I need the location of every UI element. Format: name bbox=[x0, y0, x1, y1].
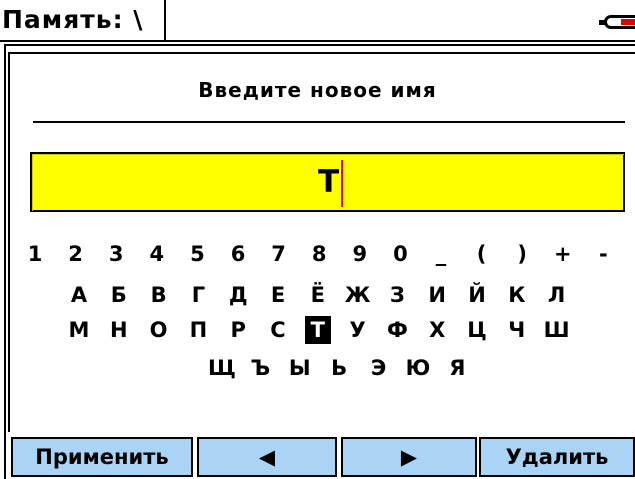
key-3-4[interactable]: Э bbox=[366, 354, 392, 382]
softkey-bar: Применить ◀ ▶ Удалить bbox=[11, 437, 635, 479]
battery-cap bbox=[599, 20, 605, 25]
key-0-14[interactable]: - bbox=[590, 240, 616, 268]
key-3-1[interactable]: Ъ bbox=[247, 354, 273, 382]
key-2-9[interactable]: Х bbox=[424, 316, 450, 344]
key-2-8[interactable]: Ф bbox=[384, 316, 410, 344]
key-2-4[interactable]: Р bbox=[225, 316, 251, 344]
key-1-10[interactable]: Й bbox=[464, 281, 490, 309]
key-2-5[interactable]: С bbox=[265, 316, 291, 344]
key-2-6[interactable]: Т bbox=[304, 316, 331, 344]
key-1-9[interactable]: И bbox=[424, 281, 450, 309]
key-0-8[interactable]: 9 bbox=[347, 240, 373, 268]
key-1-8[interactable]: З bbox=[384, 281, 410, 309]
key-0-9[interactable]: 0 bbox=[387, 240, 413, 268]
battery-level bbox=[621, 19, 635, 25]
key-3-2[interactable]: Ы bbox=[287, 354, 313, 382]
key-0-7[interactable]: 8 bbox=[306, 240, 332, 268]
cursor-left-button[interactable]: ◀ bbox=[197, 437, 337, 477]
text-caret bbox=[341, 160, 343, 207]
key-1-3[interactable]: Г bbox=[185, 281, 211, 309]
title-bar: Память: \ bbox=[0, 0, 635, 42]
memory-path-title: Память: \ bbox=[2, 5, 144, 34]
key-0-4[interactable]: 5 bbox=[184, 240, 210, 268]
key-1-2[interactable]: В bbox=[146, 281, 172, 309]
rename-prompt: Введите новое имя bbox=[198, 78, 437, 102]
key-2-3[interactable]: П bbox=[185, 316, 211, 344]
key-1-11[interactable]: К bbox=[504, 281, 530, 309]
cursor-right-button[interactable]: ▶ bbox=[341, 437, 477, 477]
key-3-0[interactable]: Щ bbox=[208, 354, 236, 382]
prompt-divider bbox=[33, 121, 625, 123]
key-1-5[interactable]: Е bbox=[265, 281, 291, 309]
key-2-10[interactable]: Ц bbox=[464, 316, 490, 344]
key-1-4[interactable]: Д bbox=[225, 281, 251, 309]
key-2-12[interactable]: Ш bbox=[544, 316, 570, 344]
key-0-1[interactable]: 2 bbox=[63, 240, 89, 268]
key-0-11[interactable]: ( bbox=[469, 240, 495, 268]
key-0-10[interactable]: _ bbox=[428, 240, 454, 268]
key-2-1[interactable]: Н bbox=[106, 316, 132, 344]
key-3-6[interactable]: Я bbox=[444, 354, 470, 382]
key-1-6[interactable]: Ё bbox=[305, 281, 331, 309]
key-0-6[interactable]: 7 bbox=[266, 240, 292, 268]
key-2-7[interactable]: У bbox=[345, 316, 371, 344]
key-1-1[interactable]: Б bbox=[106, 281, 132, 309]
key-0-2[interactable]: 3 bbox=[103, 240, 129, 268]
key-0-0[interactable]: 1 bbox=[22, 240, 48, 268]
key-2-0[interactable]: М bbox=[66, 316, 92, 344]
name-input-value: Т bbox=[318, 164, 340, 200]
key-1-12[interactable]: Л bbox=[544, 281, 570, 309]
battery-low-icon bbox=[599, 15, 635, 29]
key-0-13[interactable]: + bbox=[550, 240, 576, 268]
key-3-5[interactable]: Ю bbox=[405, 354, 431, 382]
key-2-2[interactable]: О bbox=[146, 316, 172, 344]
apply-button[interactable]: Применить bbox=[11, 437, 193, 477]
key-0-12[interactable]: ) bbox=[509, 240, 535, 268]
key-0-3[interactable]: 4 bbox=[144, 240, 170, 268]
key-1-7[interactable]: Ж bbox=[345, 281, 371, 309]
key-3-3[interactable]: Ь bbox=[326, 354, 352, 382]
key-2-11[interactable]: Ч bbox=[504, 316, 530, 344]
key-0-5[interactable]: 6 bbox=[225, 240, 251, 268]
delete-button[interactable]: Удалить bbox=[479, 437, 635, 477]
key-1-0[interactable]: А bbox=[66, 281, 92, 309]
